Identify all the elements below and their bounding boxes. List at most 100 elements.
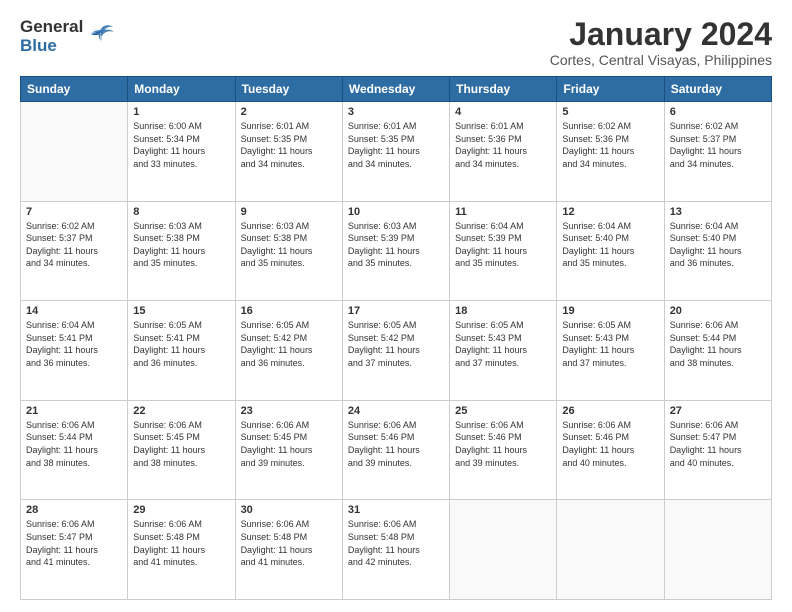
calendar-cell: 27Sunrise: 6:06 AMSunset: 5:47 PMDayligh… [664, 400, 771, 500]
sunrise-text: Sunrise: 6:06 AM [26, 518, 122, 531]
day-number: 14 [26, 305, 122, 317]
sunrise-text: Sunrise: 6:06 AM [133, 419, 229, 432]
daylight-text: Daylight: 11 hours [241, 344, 337, 357]
day-number: 30 [241, 504, 337, 516]
daylight-minutes: and 38 minutes. [26, 457, 122, 470]
day-info: Sunrise: 6:02 AMSunset: 5:36 PMDaylight:… [562, 120, 658, 170]
sunset-text: Sunset: 5:34 PM [133, 133, 229, 146]
daylight-text: Daylight: 11 hours [241, 145, 337, 158]
calendar-cell: 6Sunrise: 6:02 AMSunset: 5:37 PMDaylight… [664, 102, 771, 202]
sunrise-text: Sunrise: 6:06 AM [455, 419, 551, 432]
daylight-text: Daylight: 11 hours [348, 544, 444, 557]
day-number: 5 [562, 106, 658, 118]
sunrise-text: Sunrise: 6:01 AM [241, 120, 337, 133]
daylight-minutes: and 34 minutes. [348, 158, 444, 171]
daylight-text: Daylight: 11 hours [241, 544, 337, 557]
sunrise-text: Sunrise: 6:01 AM [455, 120, 551, 133]
day-number: 7 [26, 206, 122, 218]
sunset-text: Sunset: 5:45 PM [241, 431, 337, 444]
sunrise-text: Sunrise: 6:03 AM [348, 220, 444, 233]
sunset-text: Sunset: 5:41 PM [133, 332, 229, 345]
day-info: Sunrise: 6:03 AMSunset: 5:38 PMDaylight:… [241, 220, 337, 270]
day-info: Sunrise: 6:02 AMSunset: 5:37 PMDaylight:… [670, 120, 766, 170]
sunset-text: Sunset: 5:46 PM [455, 431, 551, 444]
sunset-text: Sunset: 5:48 PM [133, 531, 229, 544]
day-info: Sunrise: 6:06 AMSunset: 5:46 PMDaylight:… [562, 419, 658, 469]
sunset-text: Sunset: 5:38 PM [133, 232, 229, 245]
calendar-cell: 23Sunrise: 6:06 AMSunset: 5:45 PMDayligh… [235, 400, 342, 500]
day-info: Sunrise: 6:06 AMSunset: 5:48 PMDaylight:… [241, 518, 337, 568]
title-section: January 2024 Cortes, Central Visayas, Ph… [550, 18, 772, 68]
calendar-header: Sunday Monday Tuesday Wednesday Thursday… [21, 77, 772, 102]
day-info: Sunrise: 6:05 AMSunset: 5:41 PMDaylight:… [133, 319, 229, 369]
daylight-minutes: and 37 minutes. [455, 357, 551, 370]
daylight-text: Daylight: 11 hours [562, 245, 658, 258]
sunset-text: Sunset: 5:44 PM [670, 332, 766, 345]
calendar-week-1: 1Sunrise: 6:00 AMSunset: 5:34 PMDaylight… [21, 102, 772, 202]
day-number: 11 [455, 206, 551, 218]
daylight-text: Daylight: 11 hours [455, 245, 551, 258]
sunrise-text: Sunrise: 6:06 AM [562, 419, 658, 432]
sunrise-text: Sunrise: 6:06 AM [670, 319, 766, 332]
sunset-text: Sunset: 5:37 PM [26, 232, 122, 245]
calendar-cell: 2Sunrise: 6:01 AMSunset: 5:35 PMDaylight… [235, 102, 342, 202]
calendar-cell: 31Sunrise: 6:06 AMSunset: 5:48 PMDayligh… [342, 500, 449, 600]
sunset-text: Sunset: 5:46 PM [348, 431, 444, 444]
calendar-cell: 10Sunrise: 6:03 AMSunset: 5:39 PMDayligh… [342, 201, 449, 301]
day-info: Sunrise: 6:06 AMSunset: 5:48 PMDaylight:… [133, 518, 229, 568]
daylight-text: Daylight: 11 hours [133, 544, 229, 557]
calendar-week-2: 7Sunrise: 6:02 AMSunset: 5:37 PMDaylight… [21, 201, 772, 301]
daylight-minutes: and 35 minutes. [562, 257, 658, 270]
daylight-minutes: and 36 minutes. [26, 357, 122, 370]
month-title: January 2024 [550, 18, 772, 50]
day-info: Sunrise: 6:06 AMSunset: 5:47 PMDaylight:… [670, 419, 766, 469]
daylight-text: Daylight: 11 hours [133, 145, 229, 158]
sunset-text: Sunset: 5:39 PM [348, 232, 444, 245]
day-info: Sunrise: 6:06 AMSunset: 5:45 PMDaylight:… [241, 419, 337, 469]
daylight-minutes: and 40 minutes. [562, 457, 658, 470]
day-number: 13 [670, 206, 766, 218]
calendar-cell: 4Sunrise: 6:01 AMSunset: 5:36 PMDaylight… [450, 102, 557, 202]
daylight-minutes: and 41 minutes. [26, 556, 122, 569]
day-info: Sunrise: 6:04 AMSunset: 5:40 PMDaylight:… [562, 220, 658, 270]
day-number: 21 [26, 405, 122, 417]
sunrise-text: Sunrise: 6:03 AM [133, 220, 229, 233]
daylight-minutes: and 35 minutes. [241, 257, 337, 270]
calendar-cell: 18Sunrise: 6:05 AMSunset: 5:43 PMDayligh… [450, 301, 557, 401]
sunrise-text: Sunrise: 6:05 AM [133, 319, 229, 332]
daylight-text: Daylight: 11 hours [670, 145, 766, 158]
col-tuesday: Tuesday [235, 77, 342, 102]
day-number: 8 [133, 206, 229, 218]
sunrise-text: Sunrise: 6:06 AM [241, 419, 337, 432]
sunrise-text: Sunrise: 6:05 AM [241, 319, 337, 332]
daylight-text: Daylight: 11 hours [26, 544, 122, 557]
daylight-minutes: and 34 minutes. [670, 158, 766, 171]
daylight-text: Daylight: 11 hours [670, 444, 766, 457]
sunset-text: Sunset: 5:48 PM [241, 531, 337, 544]
daylight-text: Daylight: 11 hours [241, 444, 337, 457]
day-number: 10 [348, 206, 444, 218]
calendar-cell: 17Sunrise: 6:05 AMSunset: 5:42 PMDayligh… [342, 301, 449, 401]
daylight-text: Daylight: 11 hours [241, 245, 337, 258]
daylight-text: Daylight: 11 hours [562, 145, 658, 158]
day-number: 12 [562, 206, 658, 218]
daylight-minutes: and 39 minutes. [455, 457, 551, 470]
day-number: 9 [241, 206, 337, 218]
sunrise-text: Sunrise: 6:06 AM [26, 419, 122, 432]
calendar-cell: 24Sunrise: 6:06 AMSunset: 5:46 PMDayligh… [342, 400, 449, 500]
logo-general: General [20, 18, 83, 37]
sunset-text: Sunset: 5:43 PM [455, 332, 551, 345]
calendar-cell: 5 Sunrise: 6:02 AMSunset: 5:36 PMDaylight… [557, 102, 664, 202]
daylight-text: Daylight: 11 hours [562, 444, 658, 457]
day-number: 3 [348, 106, 444, 118]
daylight-text: Daylight: 11 hours [455, 344, 551, 357]
calendar-cell: 28Sunrise: 6:06 AMSunset: 5:47 PMDayligh… [21, 500, 128, 600]
daylight-text: Daylight: 11 hours [26, 444, 122, 457]
col-sunday: Sunday [21, 77, 128, 102]
sunset-text: Sunset: 5:47 PM [26, 531, 122, 544]
sunset-text: Sunset: 5:40 PM [670, 232, 766, 245]
day-info: Sunrise: 6:06 AMSunset: 5:44 PMDaylight:… [670, 319, 766, 369]
daylight-text: Daylight: 11 hours [562, 344, 658, 357]
daylight-minutes: and 36 minutes. [670, 257, 766, 270]
sunset-text: Sunset: 5:48 PM [348, 531, 444, 544]
